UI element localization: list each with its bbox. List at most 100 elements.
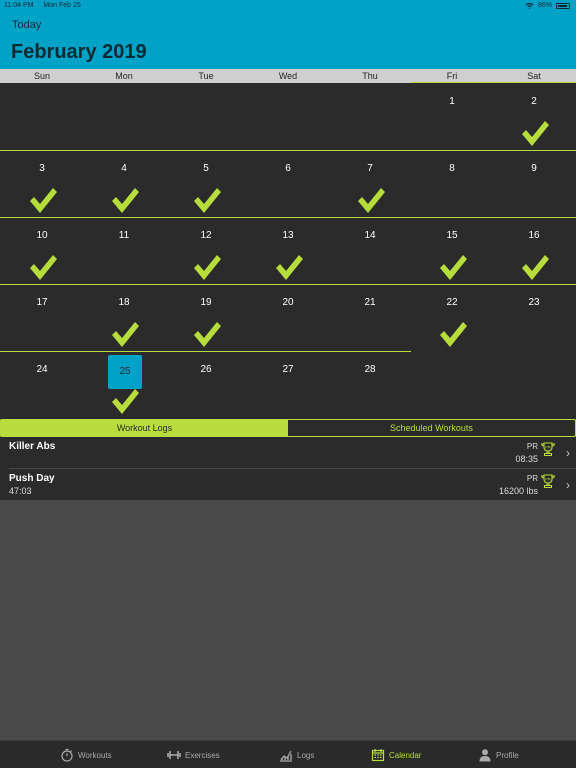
list-item[interactable]: Push Day 47:03 PR PR 16200 lbs › — [0, 469, 576, 500]
day-number: 26 — [200, 364, 212, 375]
calendar-day[interactable]: 17 — [1, 284, 83, 351]
day-number: 4 — [121, 163, 127, 174]
day-number: 17 — [36, 297, 48, 308]
checkmark-icon — [276, 255, 303, 280]
calendar-day[interactable]: 2 — [493, 83, 575, 150]
calendar-day[interactable]: 22 — [411, 284, 493, 351]
chevron-right-icon: › — [566, 446, 570, 460]
calendar-day[interactable]: 9 — [493, 150, 575, 217]
calendar-day[interactable]: 12 — [165, 217, 247, 284]
tab-bar: Workouts Exercises Logs Calendar Profile — [0, 740, 576, 768]
tab-logs[interactable]: Logs — [279, 741, 314, 768]
calendar-day[interactable]: 11 — [83, 217, 165, 284]
calendar-day[interactable]: 28 — [329, 351, 411, 418]
calendar-day[interactable]: 5 — [165, 150, 247, 217]
log-pr-value: 16200 lbs — [498, 486, 538, 496]
weekday-label: Thu — [362, 71, 378, 81]
tab-profile[interactable]: Profile — [478, 741, 519, 768]
tab-label: Workouts — [78, 750, 112, 760]
weekday-label: Wed — [278, 71, 298, 81]
tab-calendar[interactable]: Calendar — [371, 741, 421, 768]
day-number: 9 — [531, 163, 537, 174]
weekday-header: Sun Mon Tue Wed Thu Fri Sat — [0, 69, 576, 83]
checkmark-icon — [358, 188, 385, 213]
day-number: 14 — [364, 230, 376, 241]
calendar-day[interactable]: 21 — [329, 284, 411, 351]
svg-text:PR: PR — [545, 477, 551, 482]
checkmark-icon — [194, 322, 221, 347]
calendar-day[interactable]: 3 — [1, 150, 83, 217]
person-icon — [479, 749, 491, 762]
segment-workout-logs[interactable]: Workout Logs — [1, 420, 288, 436]
month-title: February 2019 — [11, 41, 147, 63]
day-number: 20 — [282, 297, 294, 308]
calendar-day[interactable]: 4 — [83, 150, 165, 217]
calendar-day[interactable]: 23 — [493, 284, 575, 351]
day-number: 18 — [118, 297, 130, 308]
checkmark-icon — [112, 389, 139, 414]
day-number: 21 — [364, 297, 376, 308]
day-number: 15 — [446, 230, 458, 241]
day-number: 3 — [39, 163, 45, 174]
battery-icon — [556, 2, 570, 9]
dumbbell-icon — [167, 751, 181, 759]
day-number: 22 — [446, 297, 458, 308]
day-number: 28 — [364, 364, 376, 375]
log-name: Killer Abs — [9, 441, 56, 452]
checkmark-icon — [112, 188, 139, 213]
weekday-label: Sat — [527, 71, 541, 81]
calendar-day[interactable]: 13 — [247, 217, 329, 284]
status-date: Mon Feb 25 — [43, 2, 81, 9]
day-number: 25 — [108, 355, 142, 389]
checkmark-icon — [194, 188, 221, 213]
chart-icon — [280, 750, 292, 762]
day-number: 19 — [200, 297, 212, 308]
tab-label: Exercises — [185, 750, 220, 760]
calendar-day[interactable]: 7 — [329, 150, 411, 217]
day-number: 23 — [528, 297, 540, 308]
tab-workouts[interactable]: Workouts — [60, 741, 112, 768]
tab-label: Calendar — [389, 750, 422, 760]
app-header: Today February 2019 — [0, 12, 576, 69]
calendar-day[interactable]: 8 — [411, 150, 493, 217]
calendar-day[interactable]: 27 — [247, 351, 329, 418]
wifi-icon — [525, 2, 534, 9]
calendar-day[interactable]: 10 — [1, 217, 83, 284]
weekday-label: Fri — [446, 71, 458, 81]
calendar-day[interactable]: 18 — [83, 284, 165, 351]
calendar-day[interactable]: 24 — [1, 351, 83, 418]
calendar-grid: 1 2 3 4 5 6 7 8 9 10 11 12 13 14 15 16 17 18 19 20 21 22 23 24 2… — [0, 82, 576, 419]
day-number: 1 — [449, 96, 455, 107]
checkmark-icon — [440, 322, 467, 347]
trophy-icon: PR — [540, 442, 556, 457]
day-number: 8 — [449, 163, 455, 174]
svg-text:PR: PR — [545, 445, 551, 450]
list-item[interactable]: Killer Abs PR PR 08:35 › — [0, 437, 576, 469]
day-number: 27 — [282, 364, 294, 375]
pr-label: PR — [526, 474, 538, 483]
log-pr-value: 08:35 — [515, 454, 538, 464]
calendar-day[interactable]: 26 — [165, 351, 247, 418]
calendar-day-today[interactable]: 25 — [83, 351, 165, 418]
day-number: 5 — [203, 163, 209, 174]
segment-scheduled-workouts[interactable]: Scheduled Workouts — [288, 420, 575, 436]
today-button[interactable]: Today — [12, 19, 41, 31]
tab-exercises[interactable]: Exercises — [167, 741, 220, 768]
calendar-day[interactable]: 16 — [493, 217, 575, 284]
pr-label: PR — [526, 442, 538, 451]
chevron-right-icon: › — [566, 478, 570, 492]
calendar-day[interactable]: 20 — [247, 284, 329, 351]
calendar-day[interactable]: 19 — [165, 284, 247, 351]
status-time: 11:04 PM — [4, 2, 34, 9]
weekday-label: Tue — [198, 71, 214, 81]
calendar-day[interactable]: 15 — [411, 217, 493, 284]
workout-log-list: Killer Abs PR PR 08:35 › Push Day 47:03 … — [0, 437, 576, 500]
status-bar: 11:04 PM Mon Feb 25 86% — [0, 0, 576, 12]
calendar-day[interactable]: 1 — [411, 83, 493, 150]
weekday-label: Mon — [115, 71, 133, 81]
calendar-day[interactable]: 6 — [247, 150, 329, 217]
calendar-day[interactable]: 14 — [329, 217, 411, 284]
day-number: 13 — [282, 230, 294, 241]
weekday-label: Sun — [33, 71, 50, 81]
checkmark-icon — [30, 188, 57, 213]
